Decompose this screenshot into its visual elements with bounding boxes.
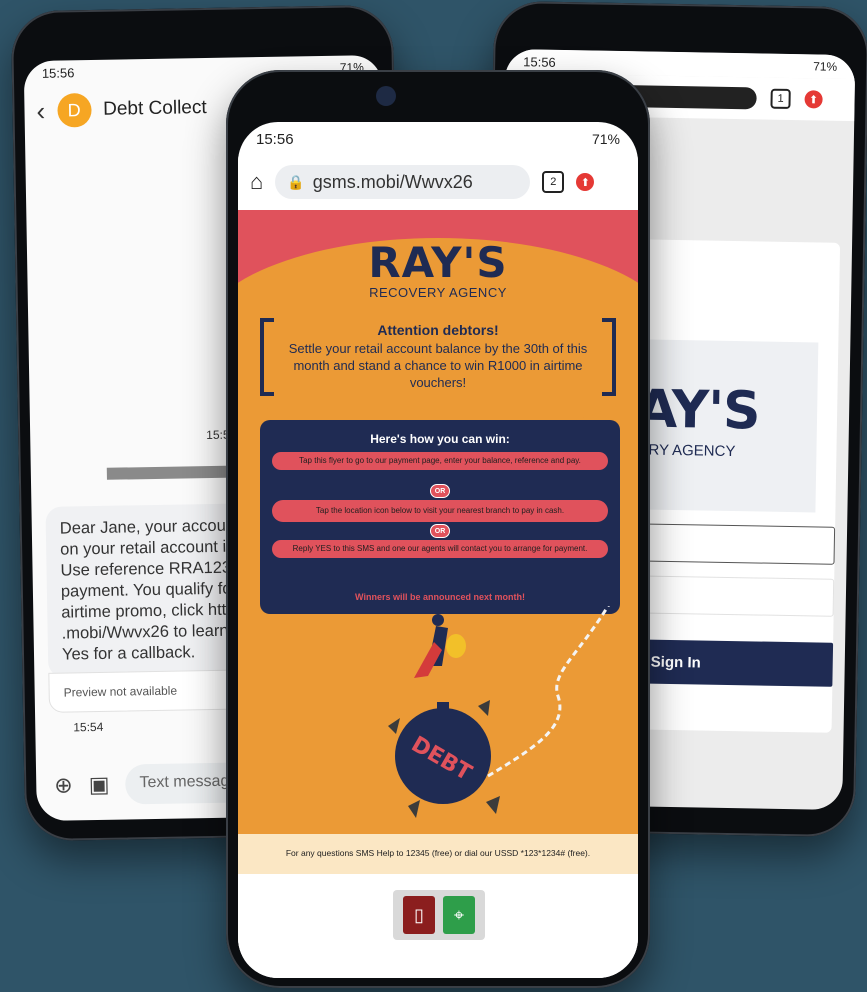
battery-level: 71%	[813, 59, 838, 74]
tab-count-button[interactable]: 1	[770, 88, 791, 109]
or-badge: OR	[430, 484, 450, 498]
message-time: 15:54	[73, 719, 104, 735]
address-bar[interactable]: 🔒 gsms.mobi/Wwvx26	[275, 165, 531, 199]
preview-note: Preview not available	[63, 683, 178, 700]
attention-title: Attention debtors!	[377, 322, 499, 338]
promo-flyer[interactable]: RAY'S RECOVERY AGENCY Attention debtors!…	[238, 210, 638, 834]
status-time: 15:56	[523, 53, 556, 70]
camera-strip	[306, 86, 566, 106]
contact-name[interactable]: Debt Collect	[103, 97, 207, 121]
how-to-win-panel: Here's how you can win: Tap this flyer t…	[260, 420, 620, 614]
update-icon[interactable]: ⬆	[804, 90, 823, 109]
flyer-screen: 15:56 71% ⌂ 🔒 gsms.mobi/Wwvx26 2 ⬆ RAY'S…	[238, 122, 638, 978]
status-bar: 15:56 71%	[238, 122, 638, 156]
front-camera-icon	[376, 86, 396, 106]
brand-logo: AY'S ERY AGENCY	[625, 339, 819, 513]
flyer-footer: For any questions SMS Help to 12345 (fre…	[238, 834, 638, 874]
step-pill: Reply YES to this SMS and one our agents…	[272, 540, 608, 558]
location-icon[interactable]: ⌖	[443, 896, 475, 934]
tab-count-button[interactable]: 2	[542, 171, 565, 193]
flyer-brand-sub: RECOVERY AGENCY	[369, 285, 507, 300]
action-icons: ▯ ⌖	[393, 890, 485, 940]
chain-icon	[487, 606, 610, 778]
businessman-icon	[414, 614, 466, 678]
logo-text: AY'S	[636, 379, 760, 442]
back-arrow-icon[interactable]: ‹	[36, 95, 45, 126]
flyer-brand: RAY'S	[368, 238, 508, 287]
password-field[interactable]	[623, 575, 835, 617]
winners-note: Winners will be announced next month!	[355, 592, 525, 602]
username-field[interactable]	[624, 523, 836, 565]
lock-icon: 🔒	[287, 173, 305, 190]
status-time: 15:56	[41, 64, 75, 81]
step-pill: Tap this flyer to go to our payment page…	[272, 452, 608, 470]
status-time: 15:56	[256, 130, 294, 148]
gallery-icon[interactable]: ▣	[89, 772, 110, 798]
url-text: gsms.mobi/Wwvx26	[312, 171, 473, 192]
battery-level: 71%	[591, 131, 620, 147]
browser-toolbar: ⌂ 🔒 gsms.mobi/Wwvx26 2 ⬆	[238, 156, 638, 208]
sign-in-button[interactable]: Sign In	[622, 639, 834, 687]
update-icon[interactable]: ⬆	[576, 173, 595, 191]
how-to-title: Here's how you can win:	[370, 432, 510, 446]
browser-flyer-phone: 15:56 71% ⌂ 🔒 gsms.mobi/Wwvx26 2 ⬆ RAY'S…	[226, 70, 650, 988]
add-icon[interactable]: ⊕	[54, 772, 73, 798]
home-icon[interactable]: ⌂	[250, 169, 263, 195]
bottom-action-bar: ▯ ⌖	[238, 874, 638, 978]
phone-pay-icon[interactable]: ▯	[403, 896, 435, 934]
attention-body: Settle your retail account balance by th…	[288, 341, 588, 390]
logo-subtext: ERY AGENCY	[638, 441, 736, 461]
avatar[interactable]: D	[56, 93, 92, 128]
step-pill: Tap the location icon below to visit you…	[272, 500, 608, 522]
or-badge: OR	[430, 524, 450, 538]
debt-ball-illustration: DEBT	[388, 606, 610, 818]
